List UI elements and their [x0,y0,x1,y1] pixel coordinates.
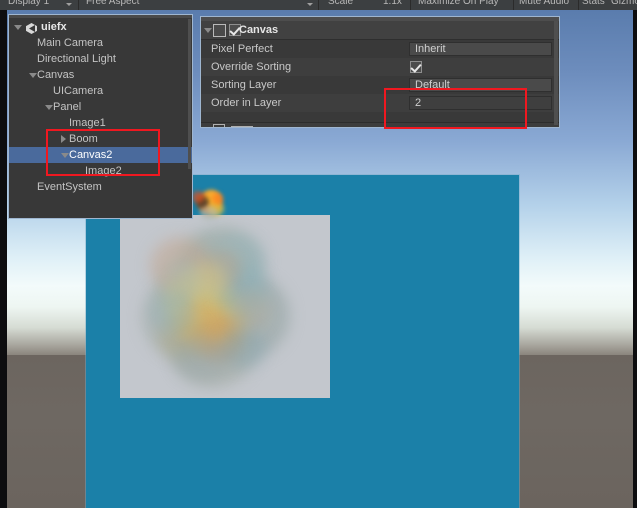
toolbar-separator-5 [578,0,579,10]
toolbar-separator-3 [410,0,411,10]
hierarchy-item-image1[interactable]: Image1 [9,115,192,131]
foldout-open-icon[interactable] [29,73,37,78]
scale-value: 1.1x [383,0,402,7]
component-icon-partial [213,124,225,127]
hierarchy-item-panel[interactable]: Panel [9,99,192,115]
hierarchy-item-label: Image2 [85,165,122,177]
canvas-component-icon [213,24,226,37]
next-component-header-partial[interactable] [201,122,559,127]
property-row-order-in-layer[interactable]: Order in Layer 2 [201,94,559,112]
order-in-layer-input[interactable]: 2 [409,96,552,110]
foldout-closed-icon[interactable] [61,135,66,143]
hierarchy-header-strip [9,15,192,18]
property-label: Sorting Layer [211,79,277,91]
hierarchy-item-image2[interactable]: Image2 [9,163,192,179]
scale-slider-label: Scale [328,0,354,7]
foldout-open-icon[interactable] [204,28,212,33]
hierarchy-item-label: Boom [69,133,98,145]
sorting-layer-dropdown[interactable]: Default [409,78,552,92]
display-dropdown[interactable]: Display 1 [8,0,49,7]
hierarchy-item-label: Panel [53,101,82,113]
ui-image1-sprite [120,215,330,398]
chevron-down-icon-aspect[interactable] [307,3,313,6]
property-row-pixel-perfect[interactable]: Pixel Perfect Inherit [201,40,559,58]
stats-toggle[interactable]: Stats [582,0,605,7]
hierarchy-item-uicamera[interactable]: UICamera [9,83,192,99]
hierarchy-window[interactable]: uiefx Main Camera Directional Light Canv… [8,14,193,219]
property-label: Pixel Perfect [211,43,273,55]
inspector-scrollbar[interactable] [554,21,558,125]
hierarchy-item-label: Canvas [37,69,75,81]
pixel-perfect-dropdown[interactable]: Inherit [409,42,552,56]
game-view-right-border [633,10,637,508]
foldout-open-icon[interactable] [61,153,69,158]
hierarchy-item-eventsystem[interactable]: EventSystem [9,179,192,195]
maximize-on-play-toggle[interactable]: Maximize On Play [418,0,499,7]
hierarchy-item-label: EventSystem [37,181,102,193]
ui-image2-sprite [192,190,226,220]
game-view-left-border [0,10,7,508]
foldout-open-icon[interactable] [45,105,53,110]
toolbar-separator-1 [78,0,79,10]
property-label: Override Sorting [211,61,292,73]
hierarchy-item-canvas2[interactable]: Canvas2 [9,147,192,163]
toolbar-separator-4 [513,0,514,10]
hierarchy-item-label: Directional Light [37,53,116,65]
toolbar-separator-2 [318,0,319,10]
hierarchy-item-label: uiefx [41,21,67,33]
hierarchy-item-uiefx[interactable]: uiefx [9,19,192,35]
foldout-open-icon[interactable] [14,25,22,30]
chevron-down-icon-display[interactable] [66,3,72,6]
hierarchy-item-boom[interactable]: Boom [9,131,192,147]
mute-audio-toggle[interactable]: Mute Audio [519,0,569,7]
hierarchy-item-canvas[interactable]: Canvas [9,67,192,83]
property-row-override-sorting[interactable]: Override Sorting [201,58,559,76]
game-view-toolbar[interactable]: Display 1 Free Aspect Scale 1.1x Maximiz… [0,0,637,10]
inspector-window[interactable]: Canvas Pixel Perfect Inherit Override So… [200,16,560,128]
property-row-sorting-layer[interactable]: Sorting Layer Default [201,76,559,94]
canvas-component-header[interactable]: Canvas [201,21,559,40]
property-label: Order in Layer [211,97,282,109]
aspect-dropdown[interactable]: Free Aspect [86,0,139,7]
hierarchy-item-label: Image1 [69,117,106,129]
unity-scene-icon [26,23,37,34]
gizmos-dropdown[interactable]: Gizmos [611,0,637,7]
component-title-partial [231,126,253,127]
hierarchy-scrollbar[interactable] [188,19,191,169]
hierarchy-item-label: UICamera [53,85,104,97]
hierarchy-item-main-camera[interactable]: Main Camera [9,35,192,51]
hierarchy-item-label: Main Camera [37,37,104,49]
component-title: Canvas [239,24,279,36]
hierarchy-item-label: Canvas2 [69,149,113,161]
hierarchy-item-directional-light[interactable]: Directional Light [9,51,192,67]
override-sorting-checkbox[interactable] [410,61,422,73]
